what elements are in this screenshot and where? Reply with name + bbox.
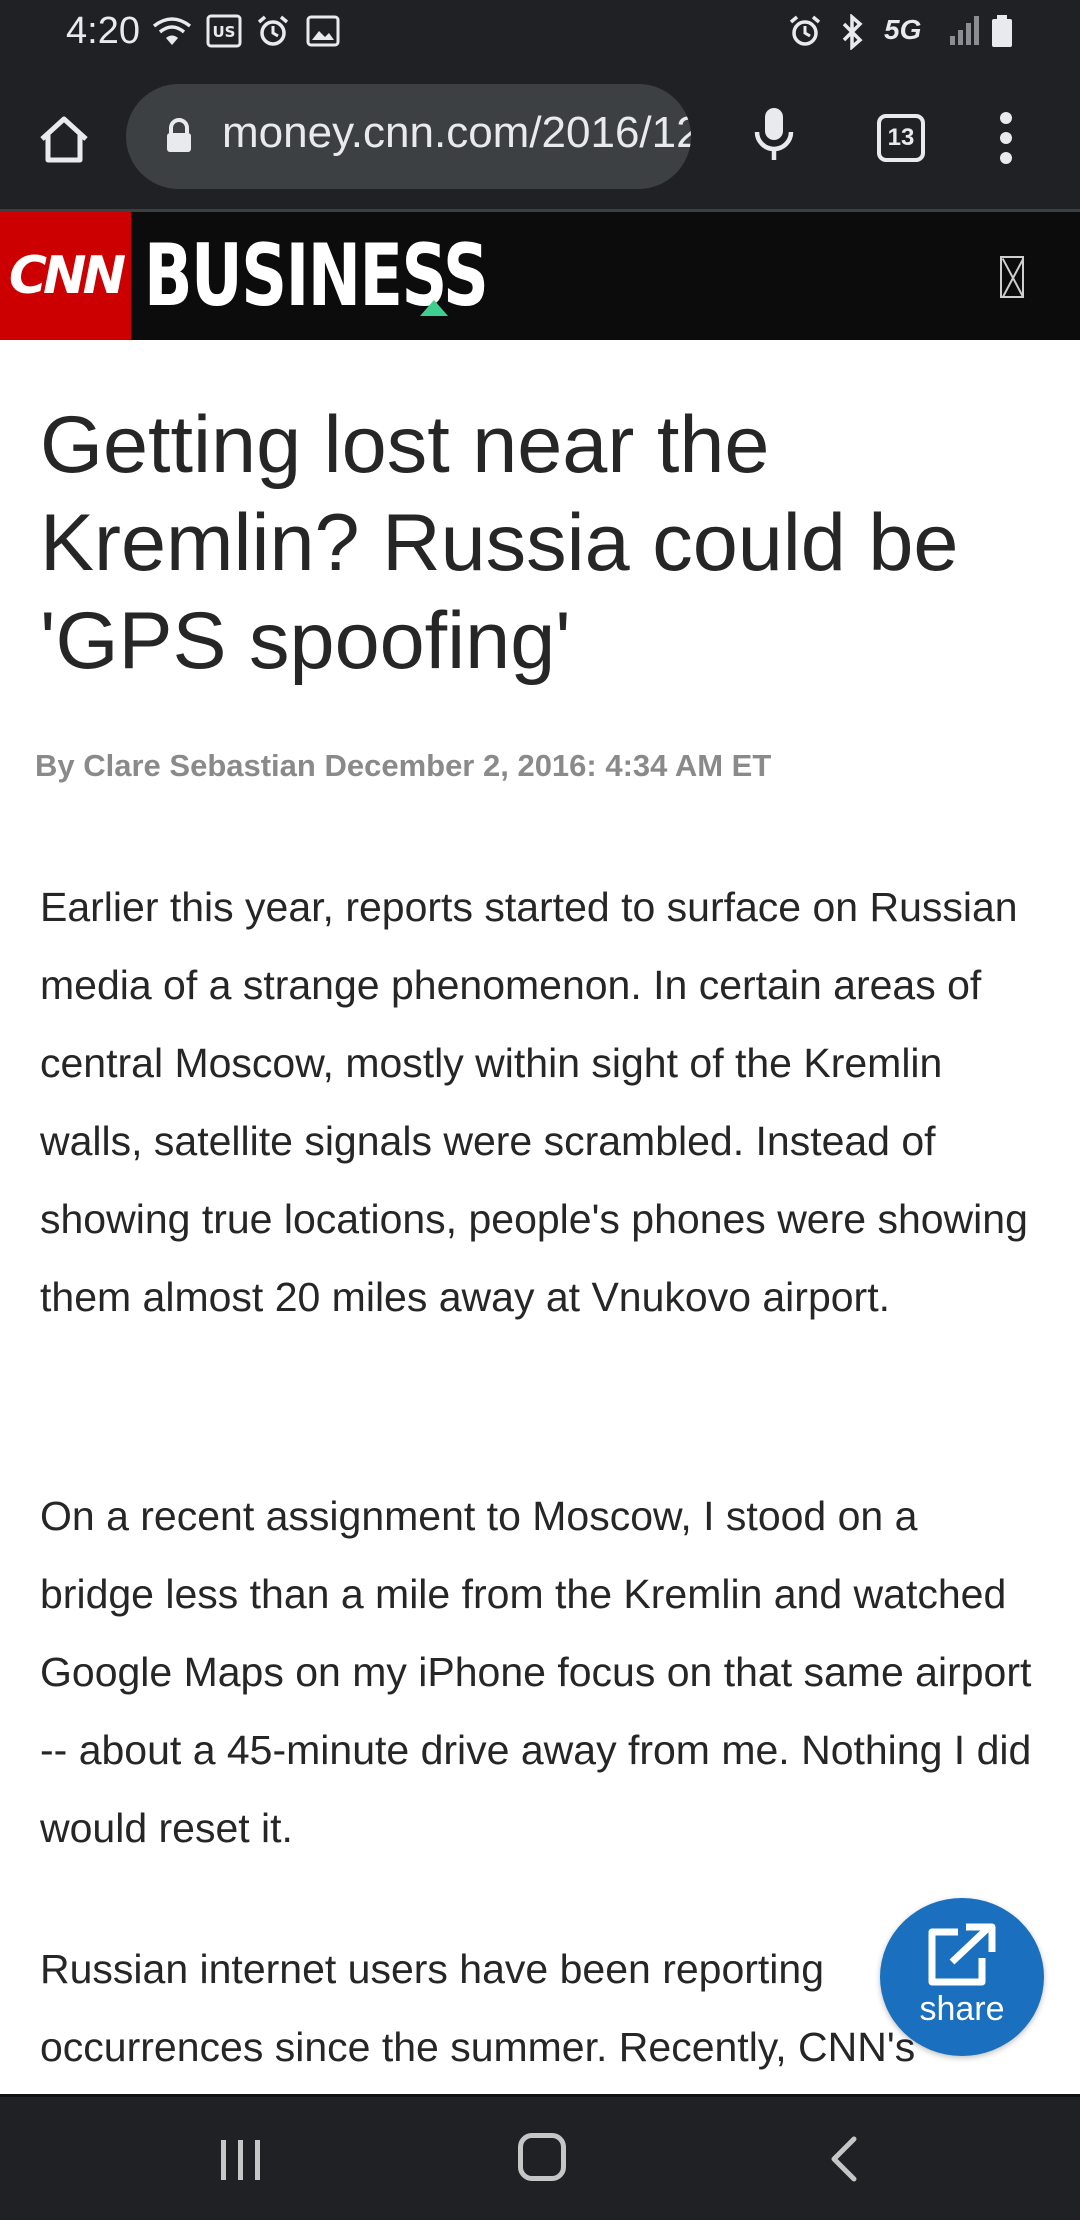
menu-icon[interactable] (1000, 256, 1024, 298)
url-text[interactable]: money.cnn.com/2016/12/02/technology/gps-… (222, 108, 691, 158)
triangle-accent-icon (420, 300, 448, 316)
article-headline: Getting lost near the Kremlin? Russia co… (40, 400, 959, 686)
share-button[interactable]: share (880, 1898, 1044, 2056)
system-nav-bar (0, 2094, 1080, 2220)
battery-icon (992, 15, 1012, 47)
share-icon (928, 1923, 996, 1986)
lock-icon (167, 118, 191, 152)
address-bar[interactable]: money.cnn.com/2016/12/02/technology/gps-… (126, 84, 691, 189)
signal-icon (950, 16, 979, 45)
recent-apps-icon[interactable] (218, 2137, 264, 2183)
home-icon[interactable] (36, 112, 92, 168)
site-header: CNN BUSINESS (0, 212, 1080, 340)
article-byline: By Clare Sebastian December 2, 2016: 4:3… (35, 748, 772, 783)
status-bar: 4:20 US 5G (0, 0, 1080, 64)
share-label: share (919, 1990, 1005, 2028)
alarm-icon (789, 15, 821, 46)
status-time: 4:20 (66, 10, 140, 52)
tab-switcher-button[interactable]: 13 (877, 114, 925, 162)
article-paragraph: On a recent assignment to Moscow, I stoo… (40, 1493, 1032, 1851)
bluetooth-icon (842, 14, 863, 50)
us-news-icon: US (206, 14, 242, 48)
article-paragraph: Earlier this year, reports started to su… (40, 884, 1028, 1320)
mic-icon[interactable] (752, 106, 796, 166)
network-type: 5G (884, 14, 922, 45)
browser-toolbar: money.cnn.com/2016/12/02/technology/gps-… (0, 64, 1080, 212)
cnn-logo[interactable]: CNN (0, 212, 131, 340)
back-icon[interactable] (828, 2135, 858, 2183)
image-icon (306, 15, 340, 47)
home-icon[interactable] (518, 2133, 566, 2181)
svg-text:US: US (213, 23, 236, 41)
alarm-icon (257, 15, 289, 46)
more-vert-icon[interactable] (992, 110, 1020, 166)
wifi-icon (152, 17, 192, 45)
